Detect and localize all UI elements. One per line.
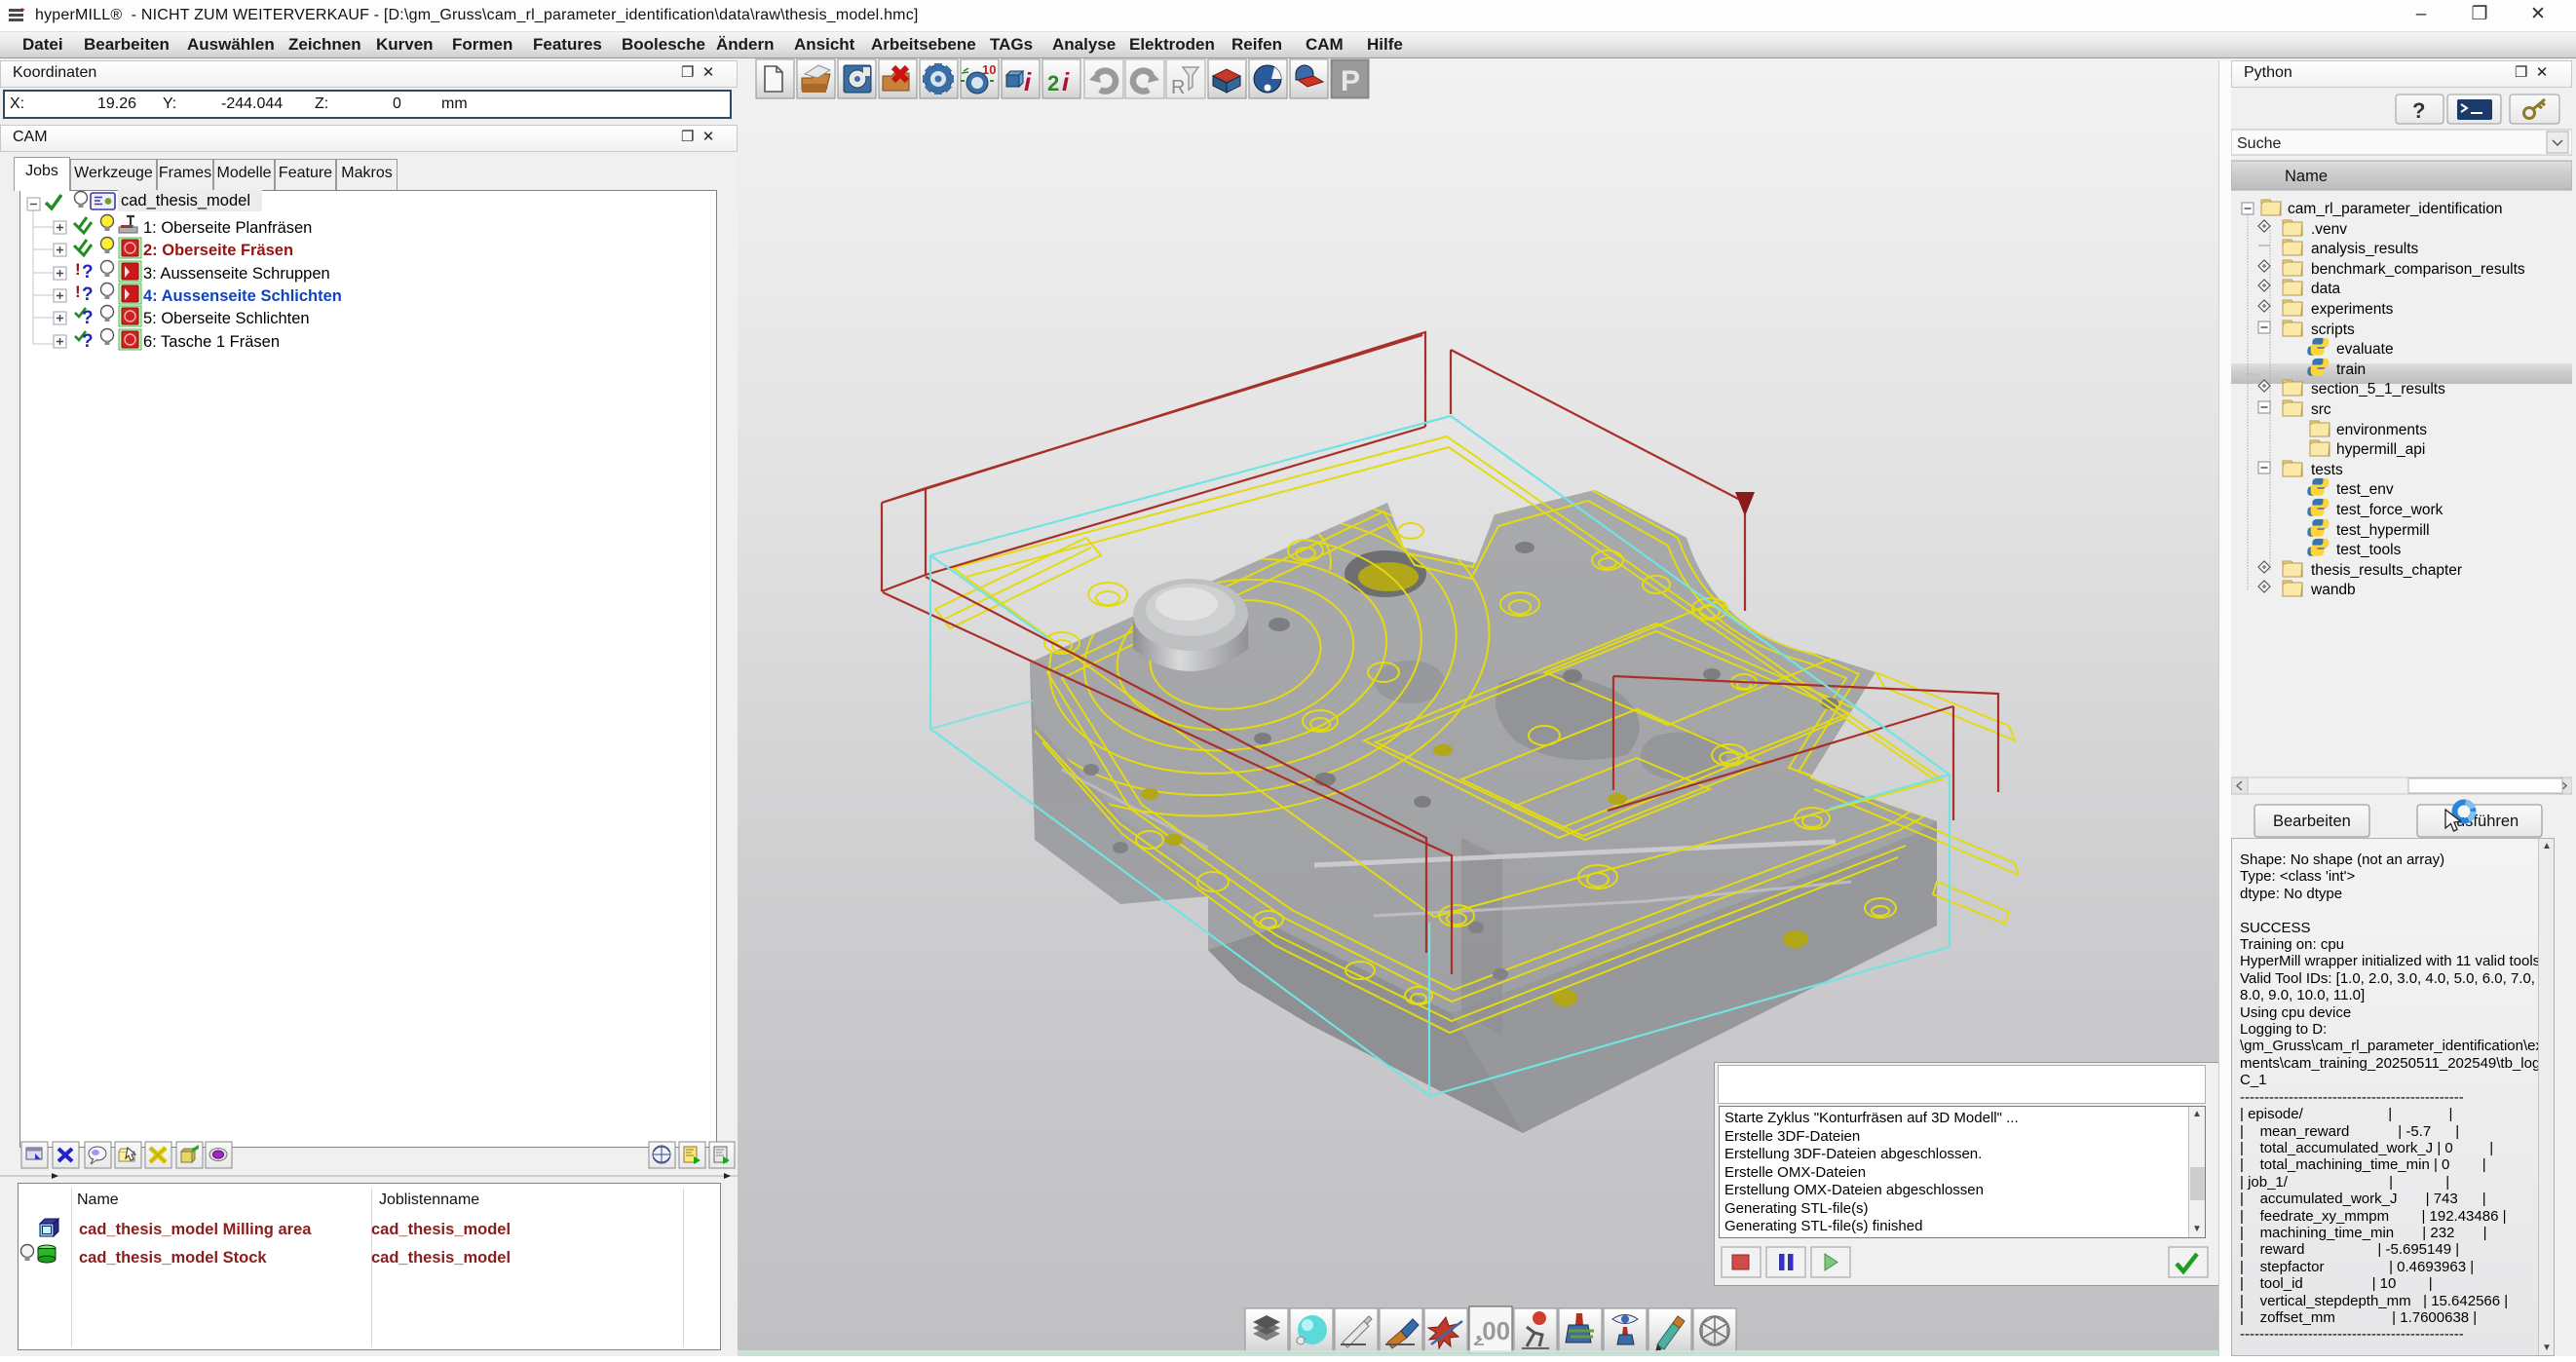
svg-text:2: Oberseite Fräsen: 2: Oberseite Fräsen [143, 242, 293, 259]
svg-text:Suche: Suche [2237, 135, 2281, 152]
svg-text:5: Oberseite Schlichten: 5: Oberseite Schlichten [143, 310, 310, 327]
svg-text:evaluate: evaluate [2336, 341, 2394, 358]
svg-text:thesis_results_chapter: thesis_results_chapter [2311, 562, 2462, 579]
svg-text:test_hypermill: test_hypermill [2336, 522, 2430, 539]
svg-text:test_force_work: test_force_work [2336, 502, 2443, 518]
svg-text:?: ? [2412, 98, 2425, 123]
svg-text:data: data [2311, 281, 2341, 297]
svg-text:cad_thesis_model Milling area: cad_thesis_model Milling area [79, 1221, 312, 1238]
svg-text:cam_rl_parameter_identificatio: cam_rl_parameter_identification [2288, 201, 2503, 217]
svg-text:.venv: .venv [2311, 221, 2347, 238]
svg-text:.00: .00 [1475, 1316, 1510, 1345]
svg-text:Name: Name [2285, 168, 2328, 185]
svg-text:cad_thesis_model Stock: cad_thesis_model Stock [79, 1249, 267, 1267]
svg-text:train: train [2336, 361, 2366, 378]
svg-text:experiments: experiments [2311, 301, 2394, 318]
svg-text:1: Oberseite Planfräsen: 1: Oberseite Planfräsen [143, 219, 312, 237]
svg-text:hypermill_api: hypermill_api [2336, 441, 2425, 458]
svg-text:wandb: wandb [2310, 582, 2356, 598]
svg-text:scripts: scripts [2311, 322, 2355, 338]
svg-text:test_env: test_env [2336, 481, 2394, 498]
svg-text:environments: environments [2336, 422, 2427, 438]
svg-text:benchmark_comparison_results: benchmark_comparison_results [2311, 261, 2525, 278]
svg-text:test_tools: test_tools [2336, 542, 2402, 558]
svg-text:analysis_results: analysis_results [2311, 241, 2419, 257]
svg-text:6: Tasche 1 Fräsen: 6: Tasche 1 Fräsen [143, 333, 280, 351]
svg-text:cad_thesis_model: cad_thesis_model [121, 192, 250, 209]
svg-text:src: src [2311, 401, 2331, 418]
svg-text:cad_thesis_model: cad_thesis_model [371, 1221, 511, 1238]
svg-text:tests: tests [2311, 462, 2343, 478]
svg-text:Bearbeiten: Bearbeiten [2273, 813, 2351, 830]
svg-text:4: Aussenseite Schlichten: 4: Aussenseite Schlichten [143, 287, 342, 305]
svg-text:cad_thesis_model: cad_thesis_model [371, 1249, 511, 1267]
svg-text:section_5_1_results: section_5_1_results [2311, 381, 2445, 397]
svg-text:3: Aussenseite Schruppen: 3: Aussenseite Schruppen [143, 265, 330, 283]
